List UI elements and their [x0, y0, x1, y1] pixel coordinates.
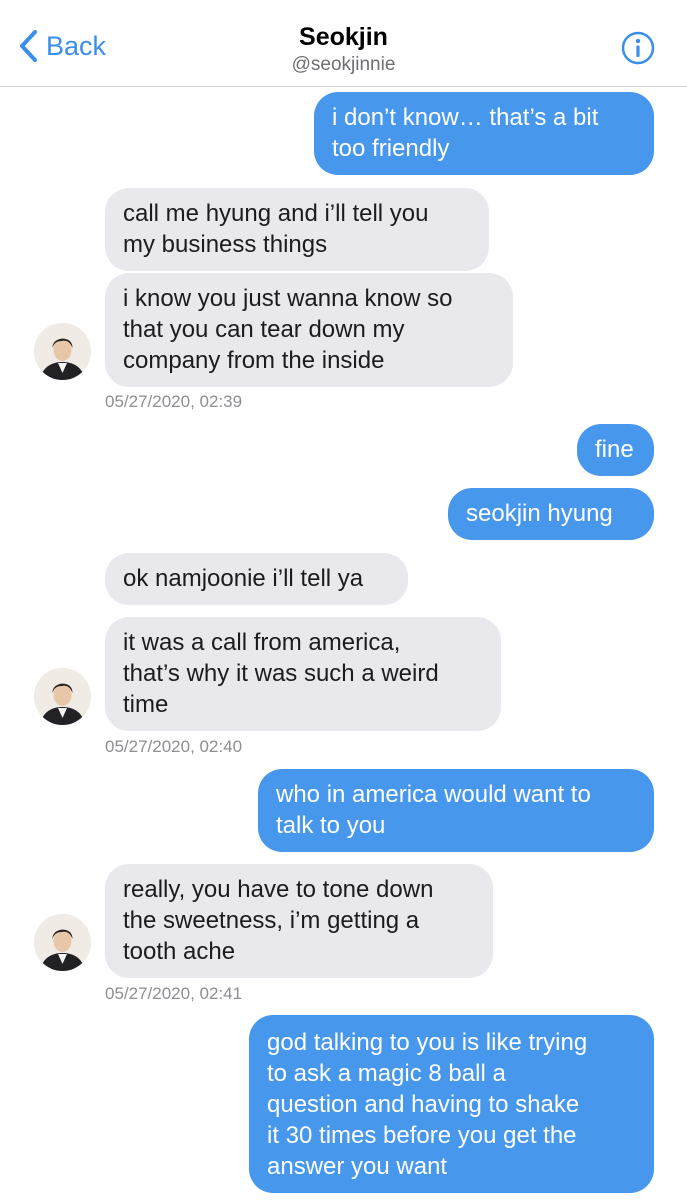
- message-text: it was a call from america, that’s why i…: [123, 629, 439, 718]
- message-text: seokjin hyung: [466, 500, 613, 527]
- incoming-message-bubble[interactable]: really, you have to tone down the sweetn…: [105, 864, 493, 978]
- message-text: really, you have to tone down the sweetn…: [123, 876, 434, 965]
- conversation-screen: Back Seokjin @seokjinnie i don’t know… t…: [0, 0, 687, 1200]
- message-text: fine: [595, 436, 634, 463]
- contact-handle: @seokjinnie: [291, 54, 396, 75]
- outgoing-message-bubble[interactable]: seokjin hyung: [448, 488, 654, 540]
- message-text: who in america would want to talk to you: [276, 781, 591, 839]
- message-text: ok namjoonie i’ll tell ya: [123, 565, 364, 592]
- outgoing-message-bubble[interactable]: fine: [577, 424, 654, 476]
- incoming-message-bubble[interactable]: ok namjoonie i’ll tell ya: [105, 553, 408, 605]
- message-text: god talking to you is like trying to ask…: [267, 1029, 588, 1180]
- message-text: i don’t know… that’s a bit too friendly: [332, 104, 599, 162]
- outgoing-message-bubble[interactable]: god talking to you is like trying to ask…: [249, 1015, 654, 1193]
- conversation-header: Back Seokjin @seokjinnie: [0, 0, 687, 87]
- message-text: call me hyung and i’ll tell you my busin…: [123, 200, 429, 258]
- contact-name: Seokjin: [299, 23, 388, 51]
- incoming-message-bubble[interactable]: it was a call from america, that’s why i…: [105, 617, 501, 731]
- message-text: i know you just wanna know so that you c…: [123, 285, 453, 374]
- message-timestamp: 05/27/2020, 02:40: [105, 737, 243, 756]
- incoming-message-bubble[interactable]: i know you just wanna know so that you c…: [105, 273, 513, 387]
- message-timestamp: 05/27/2020, 02:41: [105, 984, 243, 1003]
- outgoing-message-bubble[interactable]: who in america would want to talk to you: [258, 769, 654, 852]
- info-icon: [621, 31, 655, 69]
- info-button[interactable]: [621, 31, 655, 65]
- profile-avatar[interactable]: [34, 668, 91, 725]
- incoming-message-bubble[interactable]: call me hyung and i’ll tell you my busin…: [105, 188, 489, 271]
- profile-avatar[interactable]: [34, 323, 91, 380]
- profile-avatar[interactable]: [34, 914, 91, 971]
- outgoing-message-bubble[interactable]: i don’t know… that’s a bit too friendly: [314, 92, 654, 175]
- contact-info: Seokjin @seokjinnie: [0, 22, 687, 78]
- message-timestamp: 05/27/2020, 02:39: [105, 392, 243, 411]
